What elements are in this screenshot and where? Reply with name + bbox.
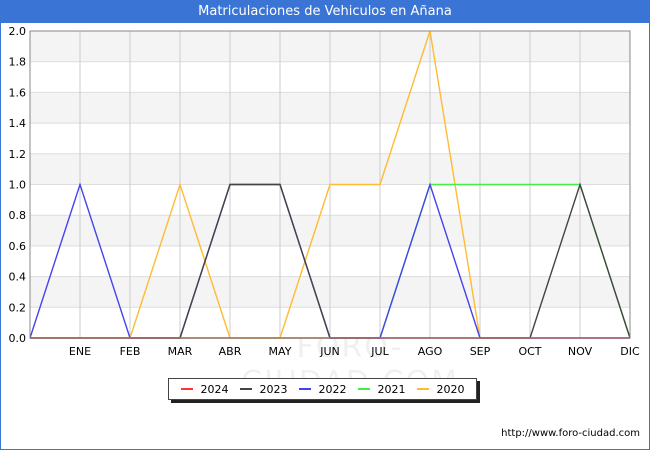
legend-swatch	[357, 388, 370, 390]
legend-label: 2023	[259, 382, 288, 396]
x-tick-label: SEP	[470, 345, 491, 358]
y-tick-label: 1.6	[9, 86, 27, 99]
source-url: http://www.foro-ciudad.com	[501, 428, 640, 439]
y-tick-label: 1.2	[9, 148, 27, 161]
x-tick-label: FEB	[120, 345, 141, 358]
x-tick-label: AGO	[418, 345, 443, 358]
y-tick-label: 2.0	[9, 25, 27, 38]
chart-legend: 2024 2023 2022 2021 2020	[168, 378, 477, 400]
legend-label: 2024	[200, 382, 229, 396]
legend-label: 2022	[318, 382, 347, 396]
legend-swatch	[416, 388, 429, 390]
x-tick-label: MAY	[269, 345, 292, 358]
x-tick-label: JUN	[319, 345, 340, 358]
x-tick-label: JUL	[370, 345, 389, 358]
x-tick-label: NOV	[568, 345, 593, 358]
x-tick-label: MAR	[168, 345, 193, 358]
y-tick-label: 1.0	[9, 179, 27, 192]
legend-item-2022: 2022	[298, 382, 347, 396]
x-tick-label: OCT	[518, 345, 541, 358]
y-tick-label: 0.4	[9, 271, 27, 284]
legend-swatch	[239, 388, 252, 390]
legend-label: 2020	[436, 382, 465, 396]
legend-item-2024: 2024	[180, 382, 229, 396]
legend-item-2020: 2020	[416, 382, 465, 396]
y-tick-label: 0.2	[9, 301, 27, 314]
legend-swatch	[180, 388, 193, 390]
y-tick-label: 1.4	[9, 117, 27, 130]
x-tick-labels: ENE FEB MAR ABR MAY JUN JUL AGO SEP OCT NOV DIC	[69, 345, 640, 358]
y-tick-label: 0.6	[9, 240, 27, 253]
legend-label: 2021	[377, 382, 406, 396]
y-tick-label: 0.8	[9, 209, 27, 222]
legend-swatch	[298, 388, 311, 390]
y-tick-label: 0.0	[9, 332, 27, 345]
x-tick-label: ENE	[69, 345, 91, 358]
legend-item-2023: 2023	[239, 382, 288, 396]
x-tick-label: DIC	[620, 345, 640, 358]
legend-item-2021: 2021	[357, 382, 406, 396]
x-tick-label: ABR	[219, 345, 242, 358]
y-tick-labels: 0.0 0.2 0.4 0.6 0.8 1.0 1.2 1.4 1.6 1.8 2.0	[9, 25, 27, 345]
y-tick-label: 1.8	[9, 56, 27, 69]
